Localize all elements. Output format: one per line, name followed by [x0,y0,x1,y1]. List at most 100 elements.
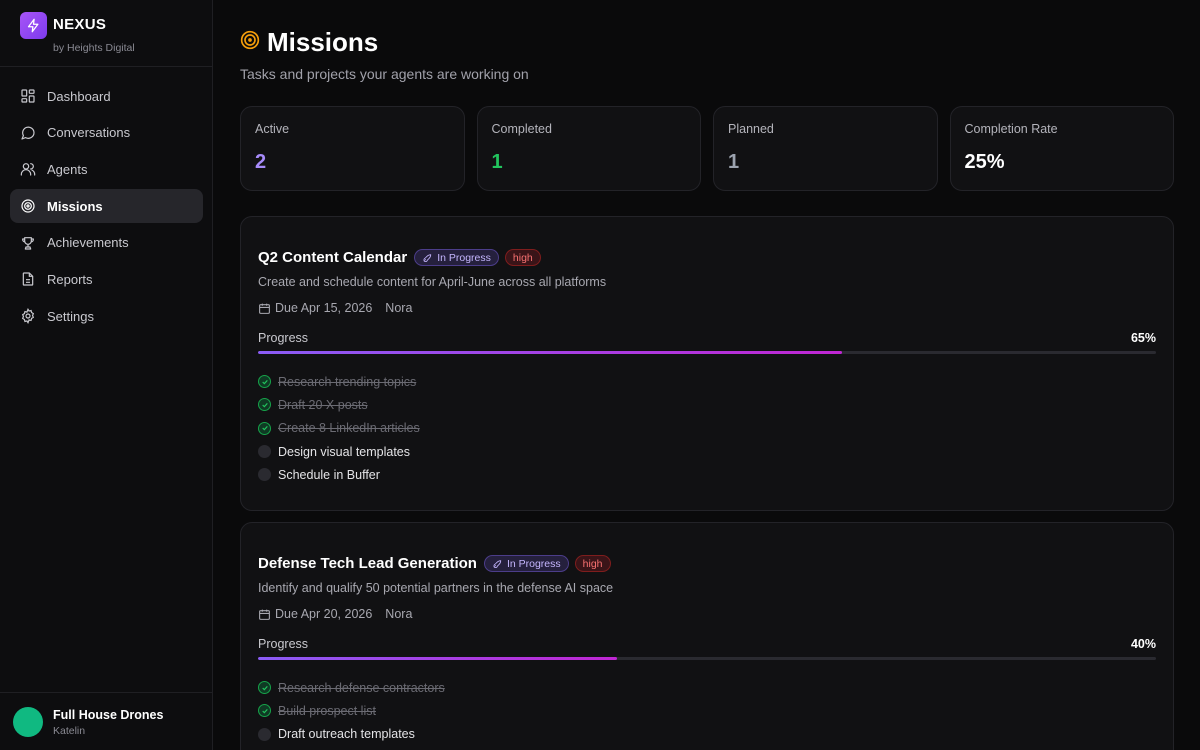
progress-fill [258,351,842,354]
mission-description: Identify and qualify 50 potential partne… [258,581,614,595]
mission-meta: Due Apr 15, 2026 Nora [258,301,1156,315]
document-icon [20,271,36,287]
mission-owner: Nora [385,301,413,315]
task-item[interactable]: Schedule in Buffer [258,463,1156,486]
stat-card-completion-rate: Completion Rate 25% [949,106,1174,191]
check-circle-icon[interactable] [258,704,271,718]
calendar-icon [258,608,271,621]
user-name: Full House Drones [53,708,164,722]
sidebar-item-agents[interactable]: Agents [10,152,203,186]
stat-label: Completed [491,122,552,136]
stat-label: Completion Rate [964,122,1058,136]
sidebar-item-missions[interactable]: Missions [10,189,203,224]
mission-owner: Nora [385,607,413,621]
gear-icon [20,308,36,325]
progress-percent: 65% [1130,331,1156,345]
progress-percent: 40% [1130,637,1156,651]
page-subtitle: Tasks and projects your agents are worki… [240,66,529,82]
task-item[interactable]: Create 8 LinkedIn articles [258,417,1156,440]
task-text: Draft outreach templates [278,727,415,742]
status-badge: In Progress [414,249,499,266]
sidebar-item-label: Agents [47,161,88,177]
avatar [13,707,43,737]
page-header: Missions Tasks and projects your agents … [240,27,529,82]
mission-title: Q2 Content Calendar [258,249,408,266]
check-circle-icon[interactable] [258,398,271,412]
users-icon [20,161,36,177]
sidebar-item-label: Achievements [47,235,129,251]
task-item[interactable]: Research trending topics [258,370,1156,393]
user-profile[interactable]: Full House Drones Katelin [0,692,212,750]
sidebar-item-settings[interactable]: Settings [10,299,203,333]
priority-badge: high [574,555,611,572]
progress-bar [258,351,1156,354]
sidebar-item-label: Reports [47,271,93,287]
dashboard-icon [20,88,36,104]
sidebar-item-label: Settings [47,308,94,324]
check-circle-icon[interactable] [258,681,271,695]
empty-circle-icon[interactable] [258,727,271,741]
sidebar-item-label: Conversations [47,125,131,141]
empty-circle-icon[interactable] [258,468,271,482]
task-item[interactable]: Draft outreach templates [258,723,1156,746]
due-date: Due Apr 15, 2026 [275,301,373,315]
sidebar: NEXUS by Heights Digital Dashboard Conve… [0,0,213,750]
task-text: Build prospect list [278,703,376,718]
progress-label: Progress [258,637,309,651]
target-icon [240,30,260,55]
task-list: Research trending topics Draft 20 X post… [258,370,1156,486]
task-item[interactable]: Research defense contractors [258,676,1156,699]
sidebar-nav: Dashboard Conversations Agents Missions … [10,79,203,336]
stat-value: 2 [255,151,267,173]
mission-card[interactable]: Defense Tech Lead Generation In Progress… [240,522,1174,750]
user-subtitle: Katelin [53,725,86,737]
priority-badge: high [504,249,541,266]
task-item[interactable]: Draft 20 X posts [258,393,1156,416]
stat-value: 25% [964,151,1005,173]
sidebar-item-label: Dashboard [47,88,111,104]
sidebar-item-reports[interactable]: Reports [10,262,203,296]
sidebar-item-dashboard[interactable]: Dashboard [10,79,203,113]
mission-meta: Due Apr 20, 2026 Nora [258,607,1156,621]
stat-card-active: Active 2 [240,106,465,191]
sidebar-item-label: Missions [47,198,103,214]
mission-title: Defense Tech Lead Generation [258,555,477,572]
empty-circle-icon[interactable] [258,445,271,459]
task-text: Design visual templates [278,444,411,459]
task-item[interactable]: Build prospect list [258,699,1156,722]
stat-value: 1 [728,151,740,173]
check-circle-icon[interactable] [258,421,271,435]
progress-label: Progress [258,331,309,345]
stats-row: Active 2 Completed 1 Planned 1 Completio… [240,106,1174,191]
check-circle-icon[interactable] [258,375,271,389]
mission-description: Create and schedule content for April-Ju… [258,275,607,289]
stat-value: 1 [491,151,503,173]
rocket-icon [422,253,432,263]
sidebar-item-achievements[interactable]: Achievements [10,226,203,260]
stat-card-completed: Completed 1 [476,106,701,191]
task-text: Schedule in Buffer [278,467,380,482]
lightning-icon[interactable] [20,12,47,39]
rocket-icon [492,559,502,569]
task-list: Research defense contractors Build prosp… [258,676,1156,746]
stat-label: Active [255,122,290,136]
task-item[interactable]: Design visual templates [258,440,1156,463]
progress-fill [258,657,618,660]
page-title: Missions [267,27,379,57]
brand-subtitle: by Heights Digital [53,42,135,54]
brand-name: NEXUS [53,16,107,33]
calendar-icon [258,302,271,315]
target-icon [20,198,36,214]
stat-card-planned: Planned 1 [713,106,938,191]
task-text: Draft 20 X posts [278,397,368,412]
progress-bar [258,657,1156,660]
sidebar-item-conversations[interactable]: Conversations [10,116,203,150]
chat-bubble-icon [20,125,36,141]
status-badge: In Progress [483,555,569,572]
main-content: Missions Tasks and projects your agents … [213,0,1200,750]
task-text: Create 8 LinkedIn articles [278,421,420,436]
task-text: Research defense contractors [278,680,445,695]
trophy-icon [20,235,36,251]
mission-card[interactable]: Q2 Content Calendar In Progress high Cre… [240,216,1174,511]
status-label: In Progress [506,557,561,570]
